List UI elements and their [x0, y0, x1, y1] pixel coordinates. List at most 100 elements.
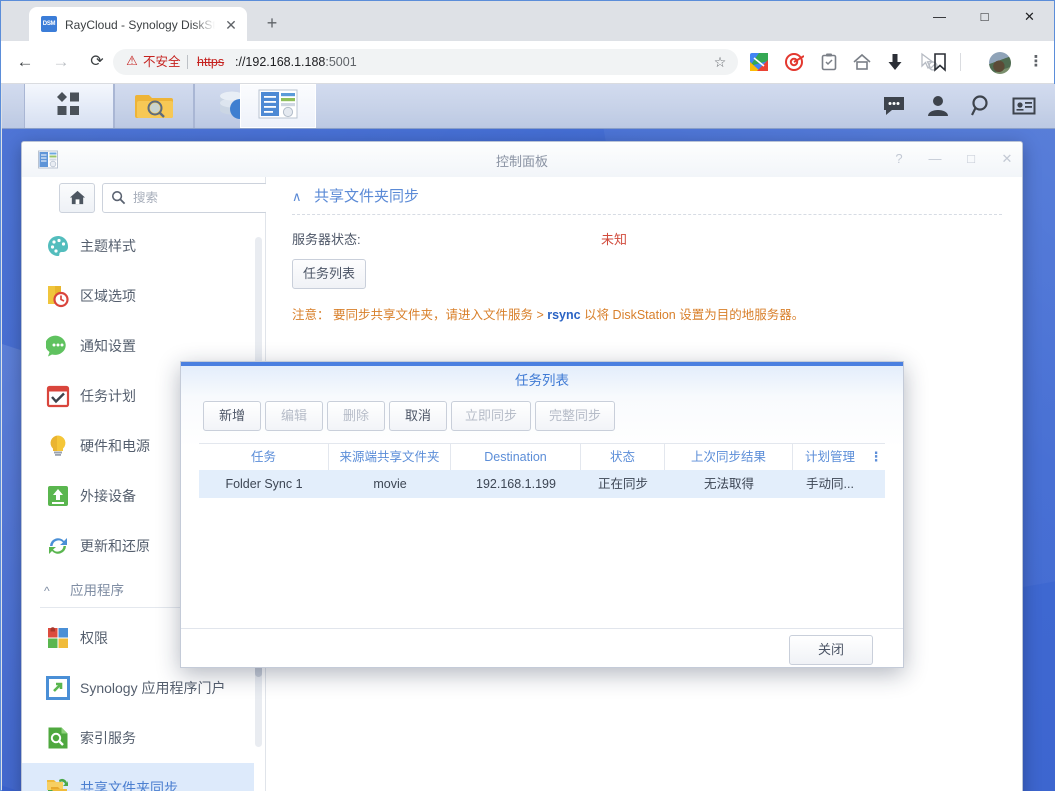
- cell-source: movie: [373, 477, 407, 491]
- tab-strip: DSM RayCloud - Synology DiskStati ✕ + — …: [1, 1, 1054, 41]
- sidebar-item-label: 通知设置: [80, 338, 136, 354]
- palette-icon: [46, 234, 70, 258]
- clipboard-extension-icon[interactable]: [819, 52, 839, 72]
- taskbar-file-station-button[interactable]: [114, 84, 194, 128]
- url-host-text: ://192.168.1.188: [235, 55, 326, 69]
- back-icon[interactable]: ←: [13, 50, 37, 74]
- browser-menu-icon[interactable]: ⋮: [1027, 51, 1045, 73]
- sidebar-item-label: 索引服务: [80, 730, 136, 746]
- sidebar-item-label: 外接设备: [80, 488, 136, 504]
- control-panel-titlebar[interactable]: 控制面板 ? — □ ✕: [22, 142, 1022, 178]
- sidebar-item-indexing-service[interactable]: 索引服务: [22, 713, 254, 763]
- new-tab-button[interactable]: +: [259, 11, 285, 37]
- avatar[interactable]: [989, 52, 1011, 74]
- target-extension-icon[interactable]: [784, 52, 805, 72]
- chat-icon[interactable]: [882, 94, 906, 118]
- edit-button[interactable]: 编辑: [265, 401, 323, 431]
- dialog-close-button[interactable]: 关闭: [789, 635, 873, 665]
- search-input[interactable]: 搜索: [102, 183, 268, 213]
- browser-window: DSM RayCloud - Synology DiskStati ✕ + — …: [0, 0, 1055, 791]
- table-row[interactable]: Folder Sync 1 movie 192.168.1.199 正在同步 无…: [199, 470, 885, 498]
- omnibox-separator: [187, 55, 188, 69]
- dsm-taskbar: [2, 84, 1055, 129]
- sidebar-item-label: Synology 应用程序门户: [80, 680, 226, 696]
- bookmark-ribbon-icon[interactable]: [930, 52, 950, 72]
- portal-icon: [46, 676, 70, 700]
- window-maximize-button[interactable]: □: [962, 1, 1007, 33]
- url-host: ://192.168.1.188:5001: [235, 54, 357, 70]
- user-icon[interactable]: [926, 94, 950, 118]
- download-icon[interactable]: [885, 52, 905, 72]
- close-button[interactable]: ✕: [996, 149, 1018, 169]
- sync-now-button[interactable]: 立即同步: [451, 401, 531, 431]
- column-header-status[interactable]: 状态: [581, 444, 665, 470]
- home-extension-icon[interactable]: [852, 52, 872, 72]
- search-icon: [111, 190, 126, 205]
- dsm-main-menu-button[interactable]: [24, 84, 114, 128]
- cancel-button[interactable]: 取消: [389, 401, 447, 431]
- chevron-up-icon: ∧: [292, 189, 302, 204]
- maximize-button[interactable]: □: [960, 149, 982, 169]
- column-header-destination[interactable]: Destination: [451, 444, 581, 470]
- dialog-titlebar[interactable]: 任务列表: [181, 366, 903, 396]
- usb-upload-icon: [46, 484, 70, 508]
- sidebar-item-label: 区域选项: [80, 288, 136, 304]
- cell-schedule: 手动同...: [806, 477, 854, 491]
- sidebar-item-label: 硬件和电源: [80, 438, 150, 454]
- rsync-link[interactable]: rsync: [547, 308, 580, 322]
- warning-triangle-icon: ⚠: [126, 53, 138, 68]
- sidebar-item-regional[interactable]: 区域选项: [22, 271, 254, 321]
- search-placeholder: 搜索: [133, 191, 159, 205]
- column-header-schedule[interactable]: 计划管理: [793, 444, 867, 470]
- window-close-button[interactable]: ✕: [1007, 1, 1052, 33]
- full-sync-button[interactable]: 完整同步: [535, 401, 615, 431]
- folder-sync-icon: [46, 776, 70, 791]
- browser-toolbar: ← → ⟳ ⚠ 不安全 https ://192.168.1.188:5001 …: [1, 41, 1054, 84]
- refresh-icon: [46, 534, 70, 558]
- sidebar-item-shared-folder-sync[interactable]: 共享文件夹同步: [22, 763, 254, 791]
- cell-task: Folder Sync 1: [225, 477, 303, 491]
- task-list-button[interactable]: 任务列表: [292, 259, 366, 289]
- minimize-button[interactable]: —: [924, 149, 946, 169]
- sidebar-item-application-portal[interactable]: Synology 应用程序门户: [22, 663, 254, 713]
- column-header-last-result[interactable]: 上次同步结果: [665, 444, 793, 470]
- sidebar-item-label: 更新和还原: [80, 538, 150, 554]
- delete-button[interactable]: 删除: [327, 401, 385, 431]
- window-minimize-button[interactable]: —: [917, 1, 962, 33]
- note-suffix: 以将 DiskStation 设置为目的地服务器。: [580, 308, 805, 322]
- taskbar-control-panel-button[interactable]: [240, 84, 316, 128]
- tab-close-icon[interactable]: ✕: [221, 15, 241, 35]
- column-menu-icon[interactable]: ⋮: [867, 444, 885, 470]
- permissions-icon: [46, 626, 70, 650]
- browser-tab[interactable]: DSM RayCloud - Synology DiskStati ✕: [29, 7, 247, 41]
- sidebar-item-label: 共享文件夹同步: [80, 780, 178, 791]
- help-button[interactable]: ?: [888, 149, 910, 169]
- column-header-task[interactable]: 任务: [199, 444, 329, 470]
- control-panel-window: 控制面板 ? — □ ✕ 搜索 主题样式 区域选项 通知设置 任务计划 硬件和电…: [21, 141, 1023, 791]
- note-text: 注意： 要同步共享文件夹，请进入文件服务 > rsync 以将 DiskStat…: [292, 306, 1012, 324]
- add-button[interactable]: 新增: [203, 401, 261, 431]
- url-port: :5001: [325, 55, 357, 69]
- address-bar[interactable]: ⚠ 不安全 https ://192.168.1.188:5001: [113, 49, 738, 75]
- cell-status: 正在同步: [597, 477, 648, 491]
- cell-destination: 192.168.1.199: [476, 477, 556, 491]
- speech-bubble-icon: [45, 334, 70, 358]
- control-panel-title: 控制面板: [495, 154, 548, 169]
- notification-icon[interactable]: [1012, 94, 1036, 118]
- dialog-body: 新增 编辑 删除 取消 立即同步 完整同步 任务 来源端共享文件夹 Destin…: [181, 396, 903, 628]
- sidebar-item-label: 主题样式: [80, 238, 136, 254]
- column-header-source[interactable]: 来源端共享文件夹: [329, 444, 451, 470]
- dialog-title: 任务列表: [515, 373, 569, 388]
- home-button[interactable]: [59, 183, 95, 213]
- search-icon[interactable]: [970, 94, 994, 118]
- task-table: 任务 来源端共享文件夹 Destination 状态 上次同步结果 计划管理 ⋮…: [199, 443, 885, 503]
- colorful-extension-icon[interactable]: [749, 52, 769, 72]
- forward-icon[interactable]: →: [49, 50, 73, 74]
- tab-title: RayCloud - Synology DiskStati: [65, 18, 215, 32]
- sidebar-item-theme[interactable]: 主题样式: [22, 221, 254, 271]
- clock-icon: [46, 284, 70, 308]
- page-viewport: 控制面板 ? — □ ✕ 搜索 主题样式 区域选项 通知设置 任务计划 硬件和电…: [2, 84, 1055, 791]
- reload-icon[interactable]: ⟳: [85, 50, 109, 74]
- bookmark-star-icon[interactable]: ☆: [711, 53, 729, 71]
- sidebar-item-label: 任务计划: [80, 388, 136, 404]
